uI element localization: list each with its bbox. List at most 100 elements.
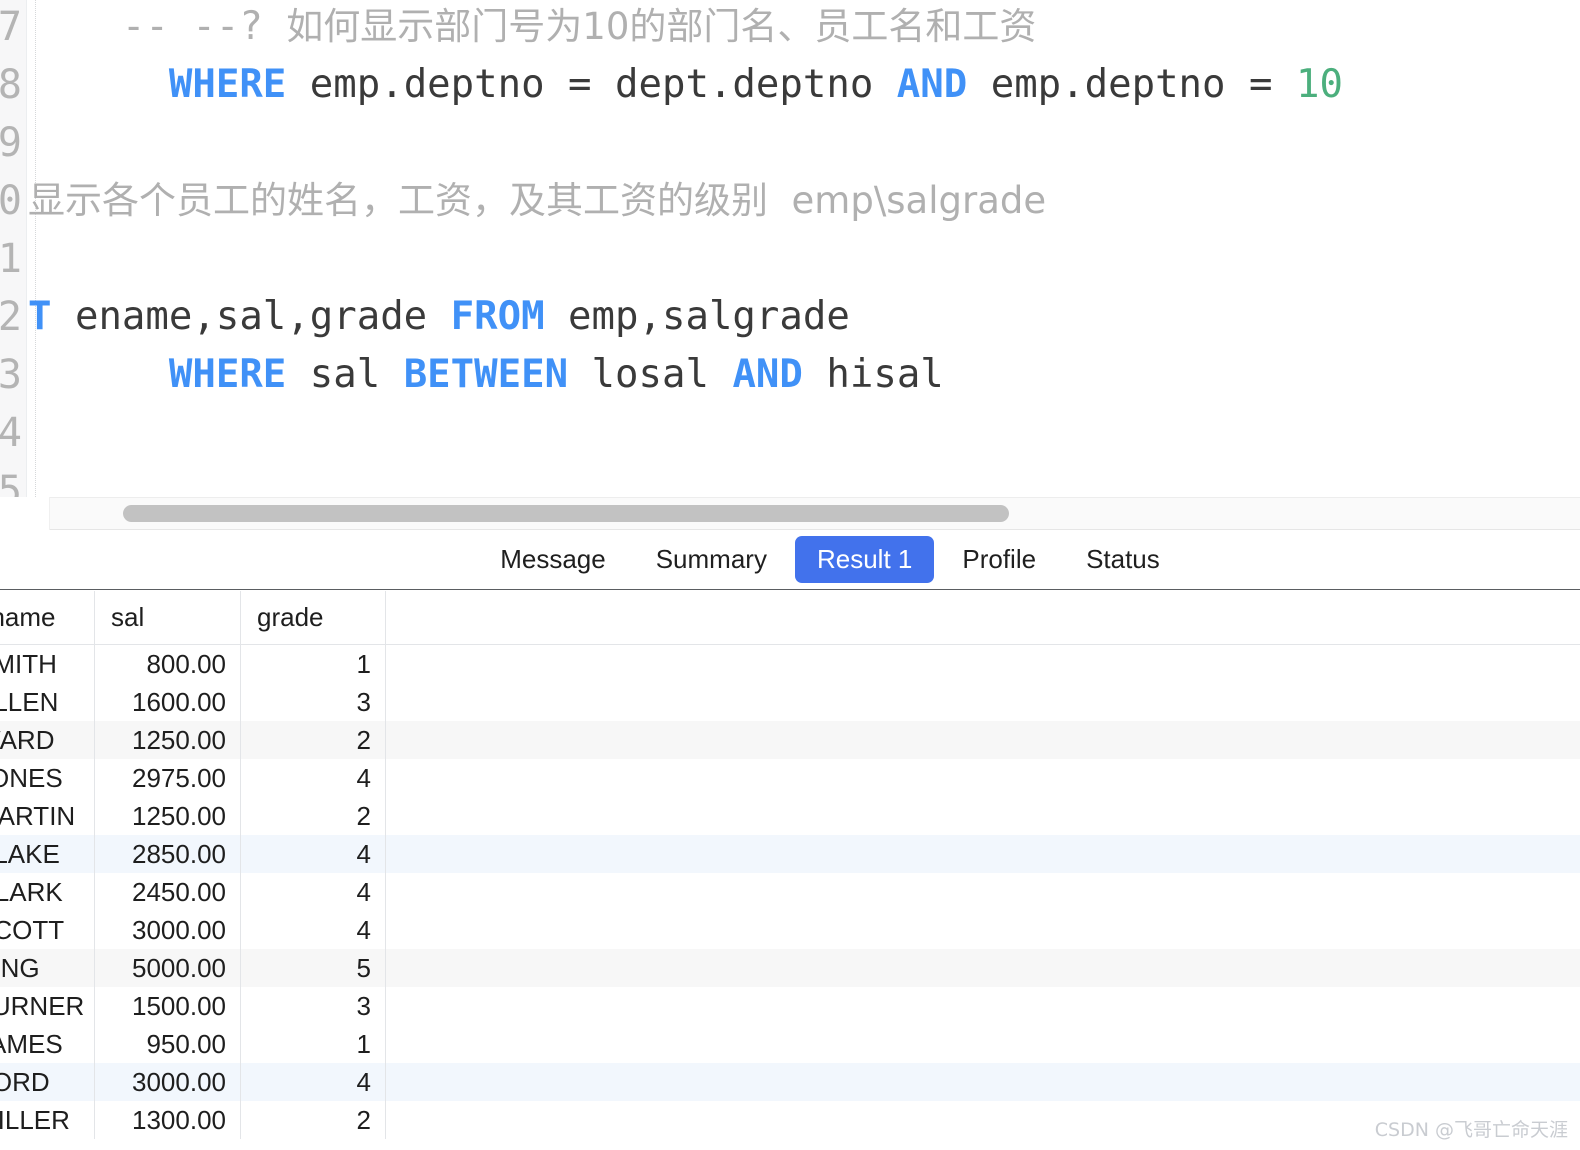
cell-grade[interactable]: 4 [240,911,385,949]
tab-summary[interactable]: Summary [634,536,789,583]
cell-pad[interactable] [385,797,1580,835]
cell-sal[interactable]: 3000.00 [94,1063,240,1101]
line-number: 2 [0,294,22,340]
cell-ename[interactable]: WARD [0,721,94,759]
cell-grade[interactable]: 2 [240,721,385,759]
table-row[interactable]: MARTIN1250.002 [0,797,1580,835]
cell-ename[interactable]: TURNER [0,987,94,1025]
cell-pad[interactable] [385,873,1580,911]
cell-grade[interactable]: 5 [240,949,385,987]
column-header-sal[interactable]: sal [94,591,240,644]
cell-grade[interactable]: 4 [240,873,385,911]
table-row[interactable]: MILLER1300.002 [0,1101,1580,1139]
line-blank-4[interactable] [28,462,1580,497]
cell-ename[interactable]: CLARK [0,873,94,911]
cell-pad[interactable] [385,835,1580,873]
cell-sal[interactable]: 2450.00 [94,873,240,911]
cell-ename[interactable]: SMITH [0,645,94,683]
editor-horizontal-scrollbar[interactable] [0,497,1580,530]
cell-sal[interactable]: 950.00 [94,1025,240,1063]
line-comment-salgrade[interactable]: 显示各个员工的姓名，工资，及其工资的级别 emp\salgrade [28,172,1580,230]
cell-sal[interactable]: 1600.00 [94,683,240,721]
cell-sal[interactable]: 1250.00 [94,721,240,759]
scrollbar-track[interactable] [50,497,1580,530]
code-token-keyword: BETWEEN [403,352,569,397]
cell-pad[interactable] [385,949,1580,987]
cell-pad[interactable] [385,683,1580,721]
cell-grade[interactable]: 3 [240,987,385,1025]
tab-status[interactable]: Status [1064,536,1182,583]
cell-sal[interactable]: 1300.00 [94,1101,240,1139]
tab-message[interactable]: Message [478,536,628,583]
column-header-pad[interactable] [385,591,1580,644]
table-row[interactable]: KING5000.005 [0,949,1580,987]
cell-pad[interactable] [385,721,1580,759]
line-blank-2[interactable] [28,230,1580,288]
cell-ename[interactable]: MILLER [0,1101,94,1139]
line-blank-3[interactable] [28,404,1580,462]
tab-result-1[interactable]: Result 1 [794,536,935,583]
result-grid[interactable]: enamesalgrade SMITH800.001ALLEN1600.003W… [0,591,1580,1150]
table-row[interactable]: SCOTT3000.004 [0,911,1580,949]
line-where-deptno[interactable]: WHERE emp.deptno = dept.deptno AND emp.d… [28,56,1580,114]
line-number: 5 [0,468,22,497]
code-token-plain: hisal [802,352,944,397]
cell-ename[interactable]: JAMES [0,1025,94,1063]
cell-grade[interactable]: 1 [240,1025,385,1063]
line-select[interactable]: T ename,sal,grade FROM emp,salgrade [28,288,1580,346]
cell-sal[interactable]: 1500.00 [94,987,240,1025]
cell-pad[interactable] [385,987,1580,1025]
line-number: 8 [0,62,22,108]
cell-ename[interactable]: JONES [0,759,94,797]
table-row[interactable]: BLAKE2850.004 [0,835,1580,873]
result-grid-body[interactable]: SMITH800.001ALLEN1600.003WARD1250.002JON… [0,645,1580,1139]
line-where-between[interactable]: WHERE sal BETWEEN losal AND hisal [28,346,1580,404]
cell-ename[interactable]: BLAKE [0,835,94,873]
cell-ename[interactable]: FORD [0,1063,94,1101]
line-comment-dept10[interactable]: -- --? 如何显示部门号为10的部门名、员工名和工资 [28,0,1580,56]
editor-code-area[interactable]: -- --? 如何显示部门号为10的部门名、员工名和工资 WHERE emp.d… [28,0,1580,497]
tab-profile[interactable]: Profile [940,536,1058,583]
cell-pad[interactable] [385,1025,1580,1063]
column-header-grade[interactable]: grade [240,591,385,644]
cell-ename[interactable]: MARTIN [0,797,94,835]
table-row[interactable]: TURNER1500.003 [0,987,1580,1025]
cell-sal[interactable]: 2975.00 [94,759,240,797]
cell-pad[interactable] [385,759,1580,797]
cell-ename[interactable]: SCOTT [0,911,94,949]
cell-ename[interactable]: ALLEN [0,683,94,721]
cell-pad[interactable] [385,645,1580,683]
table-row[interactable]: SMITH800.001 [0,645,1580,683]
code-token-number: 10 [1295,62,1343,107]
cell-sal[interactable]: 5000.00 [94,949,240,987]
cell-ename[interactable]: KING [0,949,94,987]
cell-grade[interactable]: 2 [240,1101,385,1139]
code-token-plain: sal [286,352,404,397]
table-row[interactable]: WARD1250.002 [0,721,1580,759]
cell-sal[interactable]: 1250.00 [94,797,240,835]
cell-pad[interactable] [385,1063,1580,1101]
cell-grade[interactable]: 4 [240,835,385,873]
cell-sal[interactable]: 2850.00 [94,835,240,873]
column-header-ename[interactable]: ename [0,591,94,644]
cell-grade[interactable]: 4 [240,759,385,797]
cell-grade[interactable]: 2 [240,797,385,835]
cell-grade[interactable]: 4 [240,1063,385,1101]
cell-sal[interactable]: 800.00 [94,645,240,683]
cell-grade[interactable]: 1 [240,645,385,683]
table-row[interactable]: JONES2975.004 [0,759,1580,797]
table-row[interactable]: ALLEN1600.003 [0,683,1580,721]
cell-sal[interactable]: 3000.00 [94,911,240,949]
table-row[interactable]: CLARK2450.004 [0,873,1580,911]
code-token-plain: emp.deptno = [967,62,1296,107]
table-row[interactable]: FORD3000.004 [0,1063,1580,1101]
cell-grade[interactable]: 3 [240,683,385,721]
line-blank-1[interactable] [28,114,1580,172]
cell-pad[interactable] [385,911,1580,949]
line-number: 0 [0,178,22,224]
code-token-comment_cn: 如何显示部门号为10的部门名、员工名和工资 [286,5,1037,48]
sql-editor-pane[interactable]: 7 8 9 0 1 2 3 4 5 -- --? 如何显示部门号为10的部门名、员工名和工资 W… [0,0,1580,497]
line-number: 4 [0,410,22,456]
table-row[interactable]: JAMES950.001 [0,1025,1580,1063]
scrollbar-thumb[interactable] [123,505,1009,522]
